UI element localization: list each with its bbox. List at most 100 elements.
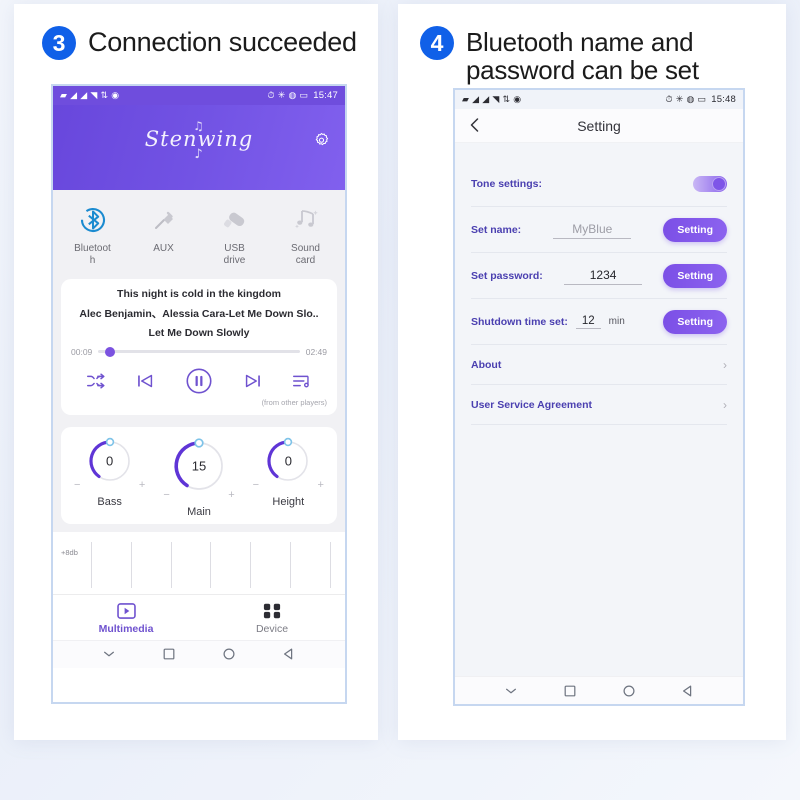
phone-mockup-settings: ▰ ◢ ◢ ◥ ⇅ ◉ ⏱ ✳ ◍ ▭ 15:48 Setting Tone s… — [453, 88, 745, 706]
wifi-icon: ◥ — [90, 90, 98, 100]
set-name-input[interactable]: MyBlue — [553, 221, 632, 239]
previous-track-icon[interactable] — [134, 370, 156, 392]
pause-icon[interactable] — [184, 366, 214, 396]
shutdown-time-button[interactable]: Setting — [663, 309, 727, 334]
battery-icon: ▭ — [697, 94, 707, 104]
track-title: Let Me Down Slowly — [148, 326, 250, 339]
set-password-button[interactable]: Setting — [663, 263, 727, 288]
settings-title: Setting — [577, 117, 621, 134]
tab-device[interactable]: Device — [199, 601, 345, 635]
equalizer-area[interactable]: +8db — [53, 531, 345, 594]
multimedia-play-icon — [53, 601, 199, 621]
alarm-icon: ⏱ — [665, 94, 673, 104]
device-grid-icon — [199, 601, 345, 621]
circle-icon[interactable] — [622, 684, 636, 698]
status-right-icons: ⏱ ✳ ◍ ▭ 15:48 — [665, 94, 736, 105]
next-track-icon[interactable] — [242, 370, 264, 392]
source-usb-drive[interactable]: USB drive — [199, 200, 270, 267]
row-shutdown-time[interactable]: Shutdown time set: 12 min Setting — [471, 299, 727, 345]
plus-icon[interactable]: + — [228, 489, 234, 501]
equalizer-bars — [91, 541, 331, 588]
aux-plug-icon — [128, 200, 199, 240]
main-value: 15 — [191, 458, 207, 474]
minus-icon[interactable]: − — [253, 479, 259, 491]
chevron-right-icon: › — [723, 357, 727, 372]
plus-icon[interactable]: + — [318, 479, 324, 491]
shutdown-time-input[interactable]: 12 — [575, 314, 601, 329]
knob-main[interactable]: 15 − + Main — [154, 437, 243, 518]
knob-height[interactable]: 0 − + Height — [244, 437, 333, 518]
back-triangle-icon[interactable] — [282, 647, 296, 661]
now-playing-card: This night is cold in the kingdom Alec B… — [61, 278, 337, 415]
back-chevron-icon[interactable] — [467, 117, 483, 133]
tone-settings-toggle[interactable] — [693, 175, 727, 192]
settings-header: Setting — [455, 109, 743, 143]
gear-icon[interactable] — [312, 131, 331, 150]
location-icon: ◍ — [288, 90, 297, 100]
eq-bar — [210, 541, 212, 588]
toggle-knob — [712, 176, 726, 191]
row-about[interactable]: About › — [471, 345, 727, 385]
source-sound-card[interactable]: Sound card — [270, 200, 341, 267]
plus-icon[interactable]: + — [139, 479, 145, 491]
step-4-title-line2: password can be set — [466, 55, 699, 86]
signal-bar-icon: ◢ — [80, 90, 88, 100]
height-label: Height — [272, 495, 305, 508]
row-set-password[interactable]: Set password: 1234 Setting — [471, 253, 727, 299]
sim-icon: ▰ — [462, 94, 470, 104]
source-bluetooth[interactable]: Bluetoot h — [57, 200, 128, 267]
minus-icon[interactable]: − — [74, 479, 80, 491]
step-4-heading: 4 Bluetooth name and password can be set — [398, 4, 786, 84]
circle-icon[interactable] — [222, 647, 236, 661]
status-bar-settings: ▰ ◢ ◢ ◥ ⇅ ◉ ⏱ ✳ ◍ ▭ 15:48 — [455, 90, 743, 109]
shuffle-icon[interactable] — [85, 370, 107, 392]
status-left-icons: ▰ ◢ ◢ ◥ ⇅ ◉ — [462, 95, 521, 104]
height-dial[interactable]: 0 — [264, 437, 312, 485]
playlist-icon[interactable] — [291, 370, 313, 392]
bottom-tab-bar: Multimedia Device — [53, 593, 345, 640]
tone-knob-card: 0 − + Bass 15 − + Main 0 − + Height — [61, 426, 337, 524]
signal-bar-icon: ◢ — [472, 94, 480, 104]
seek-handle[interactable] — [105, 346, 116, 357]
minus-icon[interactable]: − — [163, 489, 169, 501]
square-icon[interactable] — [563, 684, 577, 698]
about-label: About — [471, 358, 502, 371]
tab-multimedia-label: Multimedia — [98, 622, 154, 635]
playback-controls — [71, 366, 327, 396]
knob-bass[interactable]: 0 − + Bass — [65, 437, 154, 518]
source-aux[interactable]: AUX — [128, 200, 199, 267]
row-tone-settings[interactable]: Tone settings: — [471, 161, 727, 207]
back-triangle-icon[interactable] — [681, 684, 695, 698]
battery-icon: ▭ — [299, 90, 309, 100]
location-icon: ◍ — [686, 94, 695, 104]
wifi-icon: ◥ — [492, 94, 500, 104]
seek-slider[interactable] — [98, 346, 300, 357]
step-3-title: Connection succeeded — [88, 27, 357, 57]
row-set-name[interactable]: Set name: MyBlue Setting — [471, 207, 727, 253]
height-value: 0 — [284, 453, 292, 469]
chevron-down-icon[interactable] — [504, 684, 518, 698]
step-4-title-line1: Bluetooth name and — [466, 27, 694, 57]
sim-icon: ▰ — [60, 90, 68, 100]
bass-dial[interactable]: 0 — [86, 437, 134, 485]
location-dot-icon: ◉ — [513, 94, 522, 104]
eq-bar — [170, 541, 172, 588]
chevron-down-icon[interactable] — [102, 647, 116, 661]
step-3-heading: 3 Connection succeeded — [14, 4, 378, 60]
main-label: Main — [187, 505, 211, 518]
eq-bar — [329, 541, 331, 588]
tone-settings-label: Tone settings: — [471, 177, 542, 190]
step-4-badge: 4 — [420, 26, 454, 60]
square-icon[interactable] — [162, 647, 176, 661]
status-time: 15:48 — [711, 94, 736, 105]
set-name-button[interactable]: Setting — [663, 217, 727, 242]
player-source-note: (from other players) — [261, 397, 327, 407]
source-aux-label: AUX — [153, 243, 174, 254]
main-dial[interactable]: 15 — [170, 437, 228, 495]
set-password-input[interactable]: 1234 — [564, 267, 643, 285]
tab-multimedia[interactable]: Multimedia — [53, 601, 199, 635]
row-user-service-agreement[interactable]: User Service Agreement › — [471, 385, 727, 425]
track-album-title: This night is cold in the kingdom — [117, 287, 281, 300]
eq-bar — [91, 541, 92, 588]
eq-bar — [130, 541, 132, 588]
